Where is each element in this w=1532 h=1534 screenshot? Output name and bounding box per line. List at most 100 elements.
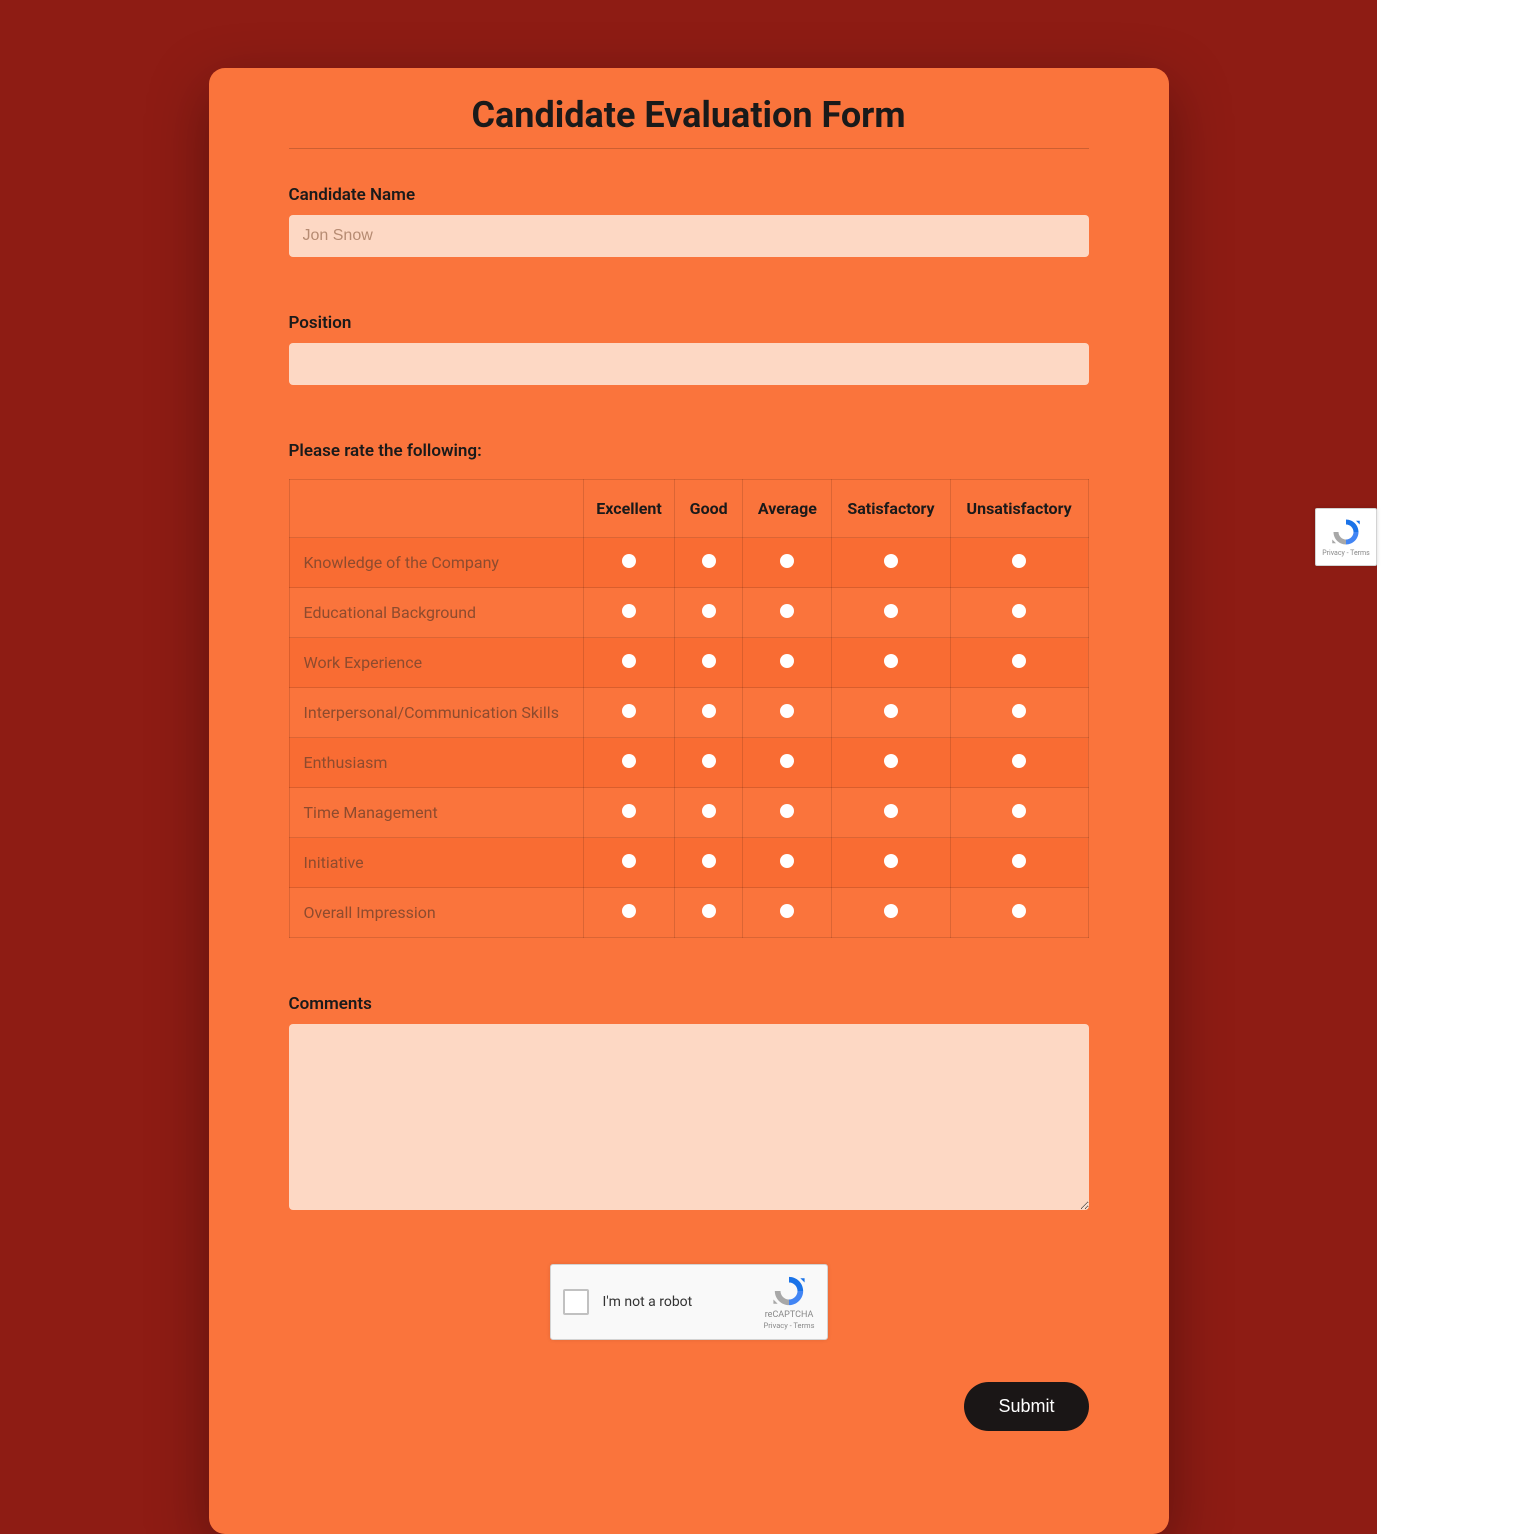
rating-cell <box>674 888 743 938</box>
rating-row: Knowledge of the Company <box>289 538 1088 588</box>
rating-table: Excellent Good Average Satisfactory Unsa… <box>289 479 1089 938</box>
rating-radio[interactable] <box>884 804 898 818</box>
rating-radio[interactable] <box>622 754 636 768</box>
position-label: Position <box>289 313 1089 333</box>
recaptcha-logo: reCAPTCHA Privacy - Terms <box>764 1274 815 1330</box>
rating-radio[interactable] <box>702 604 716 618</box>
rating-radio[interactable] <box>780 654 794 668</box>
rating-radio[interactable] <box>622 804 636 818</box>
rating-cell <box>584 738 675 788</box>
rating-cell <box>743 738 832 788</box>
recaptcha-box: I'm not a robot reCAPTCHA Privacy - Term… <box>550 1264 828 1340</box>
recaptcha-icon <box>772 1274 806 1308</box>
rating-radio[interactable] <box>1012 904 1026 918</box>
rating-header-satisfactory: Satisfactory <box>832 480 950 538</box>
rating-row-label: Enthusiasm <box>289 738 584 788</box>
rating-cell <box>832 838 950 888</box>
rating-row: Work Experience <box>289 638 1088 688</box>
rating-radio[interactable] <box>1012 804 1026 818</box>
rating-radio[interactable] <box>622 604 636 618</box>
rating-radio[interactable] <box>780 704 794 718</box>
rating-radio[interactable] <box>1012 604 1026 618</box>
rating-radio[interactable] <box>702 904 716 918</box>
rating-radio[interactable] <box>884 904 898 918</box>
position-input[interactable] <box>289 343 1089 385</box>
form-title: Candidate Evaluation Form <box>289 94 1089 149</box>
rating-radio[interactable] <box>780 604 794 618</box>
recaptcha-links: Privacy - Terms <box>764 1321 815 1330</box>
rating-radio[interactable] <box>1012 554 1026 568</box>
rating-header-unsatisfactory: Unsatisfactory <box>950 480 1088 538</box>
rating-row: Interpersonal/Communication Skills <box>289 688 1088 738</box>
rating-radio[interactable] <box>884 654 898 668</box>
rating-radio[interactable] <box>622 654 636 668</box>
rating-radio[interactable] <box>884 554 898 568</box>
rating-cell <box>743 588 832 638</box>
rating-cell <box>584 838 675 888</box>
rating-radio[interactable] <box>780 554 794 568</box>
rating-radio[interactable] <box>622 854 636 868</box>
rating-radio[interactable] <box>1012 854 1026 868</box>
rating-cell <box>950 588 1088 638</box>
rating-radio[interactable] <box>702 854 716 868</box>
rating-radio[interactable] <box>884 854 898 868</box>
rating-row: Educational Background <box>289 588 1088 638</box>
recaptcha-checkbox[interactable] <box>563 1289 589 1315</box>
recaptcha-label: I'm not a robot <box>603 1294 764 1310</box>
rating-radio[interactable] <box>780 854 794 868</box>
rating-cell <box>674 638 743 688</box>
rating-radio[interactable] <box>702 804 716 818</box>
rating-radio[interactable] <box>1012 654 1026 668</box>
rating-cell <box>832 888 950 938</box>
rating-cell <box>743 838 832 888</box>
rating-header-average: Average <box>743 480 832 538</box>
rating-cell <box>743 538 832 588</box>
rating-radio[interactable] <box>1012 754 1026 768</box>
rating-radio[interactable] <box>622 554 636 568</box>
form-card: Candidate Evaluation Form Candidate Name… <box>209 68 1169 1534</box>
submit-button[interactable]: Submit <box>964 1382 1088 1431</box>
rating-cell <box>950 688 1088 738</box>
comments-textarea[interactable] <box>289 1024 1089 1210</box>
rating-cell <box>832 688 950 738</box>
rating-cell <box>584 638 675 688</box>
rating-row-label: Overall Impression <box>289 888 584 938</box>
rating-radio[interactable] <box>702 554 716 568</box>
rating-header-row: Excellent Good Average Satisfactory Unsa… <box>289 480 1088 538</box>
rating-cell <box>950 538 1088 588</box>
rating-cell <box>950 788 1088 838</box>
rating-radio[interactable] <box>702 704 716 718</box>
rating-cell <box>950 838 1088 888</box>
rating-radio[interactable] <box>1012 704 1026 718</box>
rating-cell <box>674 738 743 788</box>
captcha-container: I'm not a robot reCAPTCHA Privacy - Term… <box>289 1264 1089 1340</box>
rating-radio[interactable] <box>884 704 898 718</box>
rating-radio[interactable] <box>780 754 794 768</box>
recaptcha-icon <box>1331 517 1361 547</box>
recaptcha-brand: reCAPTCHA <box>765 1310 814 1321</box>
rating-radio[interactable] <box>622 704 636 718</box>
floating-recaptcha-badge[interactable]: Privacy - Terms <box>1315 508 1377 566</box>
rating-radio[interactable] <box>780 804 794 818</box>
rating-cell <box>584 688 675 738</box>
rating-radio[interactable] <box>622 904 636 918</box>
candidate-name-input[interactable] <box>289 215 1089 257</box>
rating-cell <box>950 888 1088 938</box>
rating-radio[interactable] <box>780 904 794 918</box>
comments-group: Comments <box>289 994 1089 1264</box>
rating-cell <box>584 888 675 938</box>
rating-row: Overall Impression <box>289 888 1088 938</box>
rating-cell <box>674 538 743 588</box>
rating-radio[interactable] <box>884 604 898 618</box>
page-background: Candidate Evaluation Form Candidate Name… <box>0 0 1377 1534</box>
rating-cell <box>743 788 832 838</box>
rating-cell <box>832 738 950 788</box>
rating-row-label: Initiative <box>289 838 584 888</box>
rating-cell <box>950 738 1088 788</box>
rating-radio[interactable] <box>884 754 898 768</box>
rating-radio[interactable] <box>702 654 716 668</box>
rating-cell <box>950 638 1088 688</box>
rating-cell <box>832 588 950 638</box>
rating-cell <box>832 538 950 588</box>
rating-radio[interactable] <box>702 754 716 768</box>
